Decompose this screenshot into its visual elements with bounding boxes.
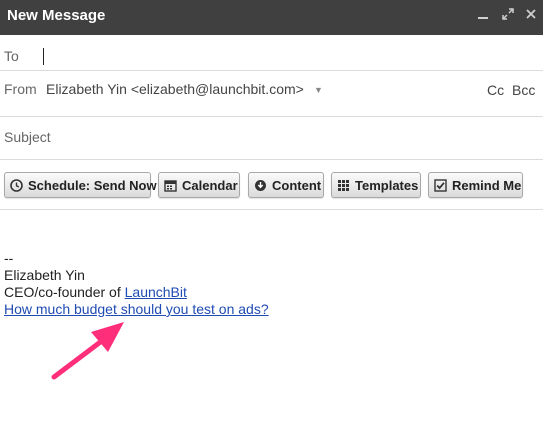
annotation-arrow-icon	[51, 322, 124, 380]
